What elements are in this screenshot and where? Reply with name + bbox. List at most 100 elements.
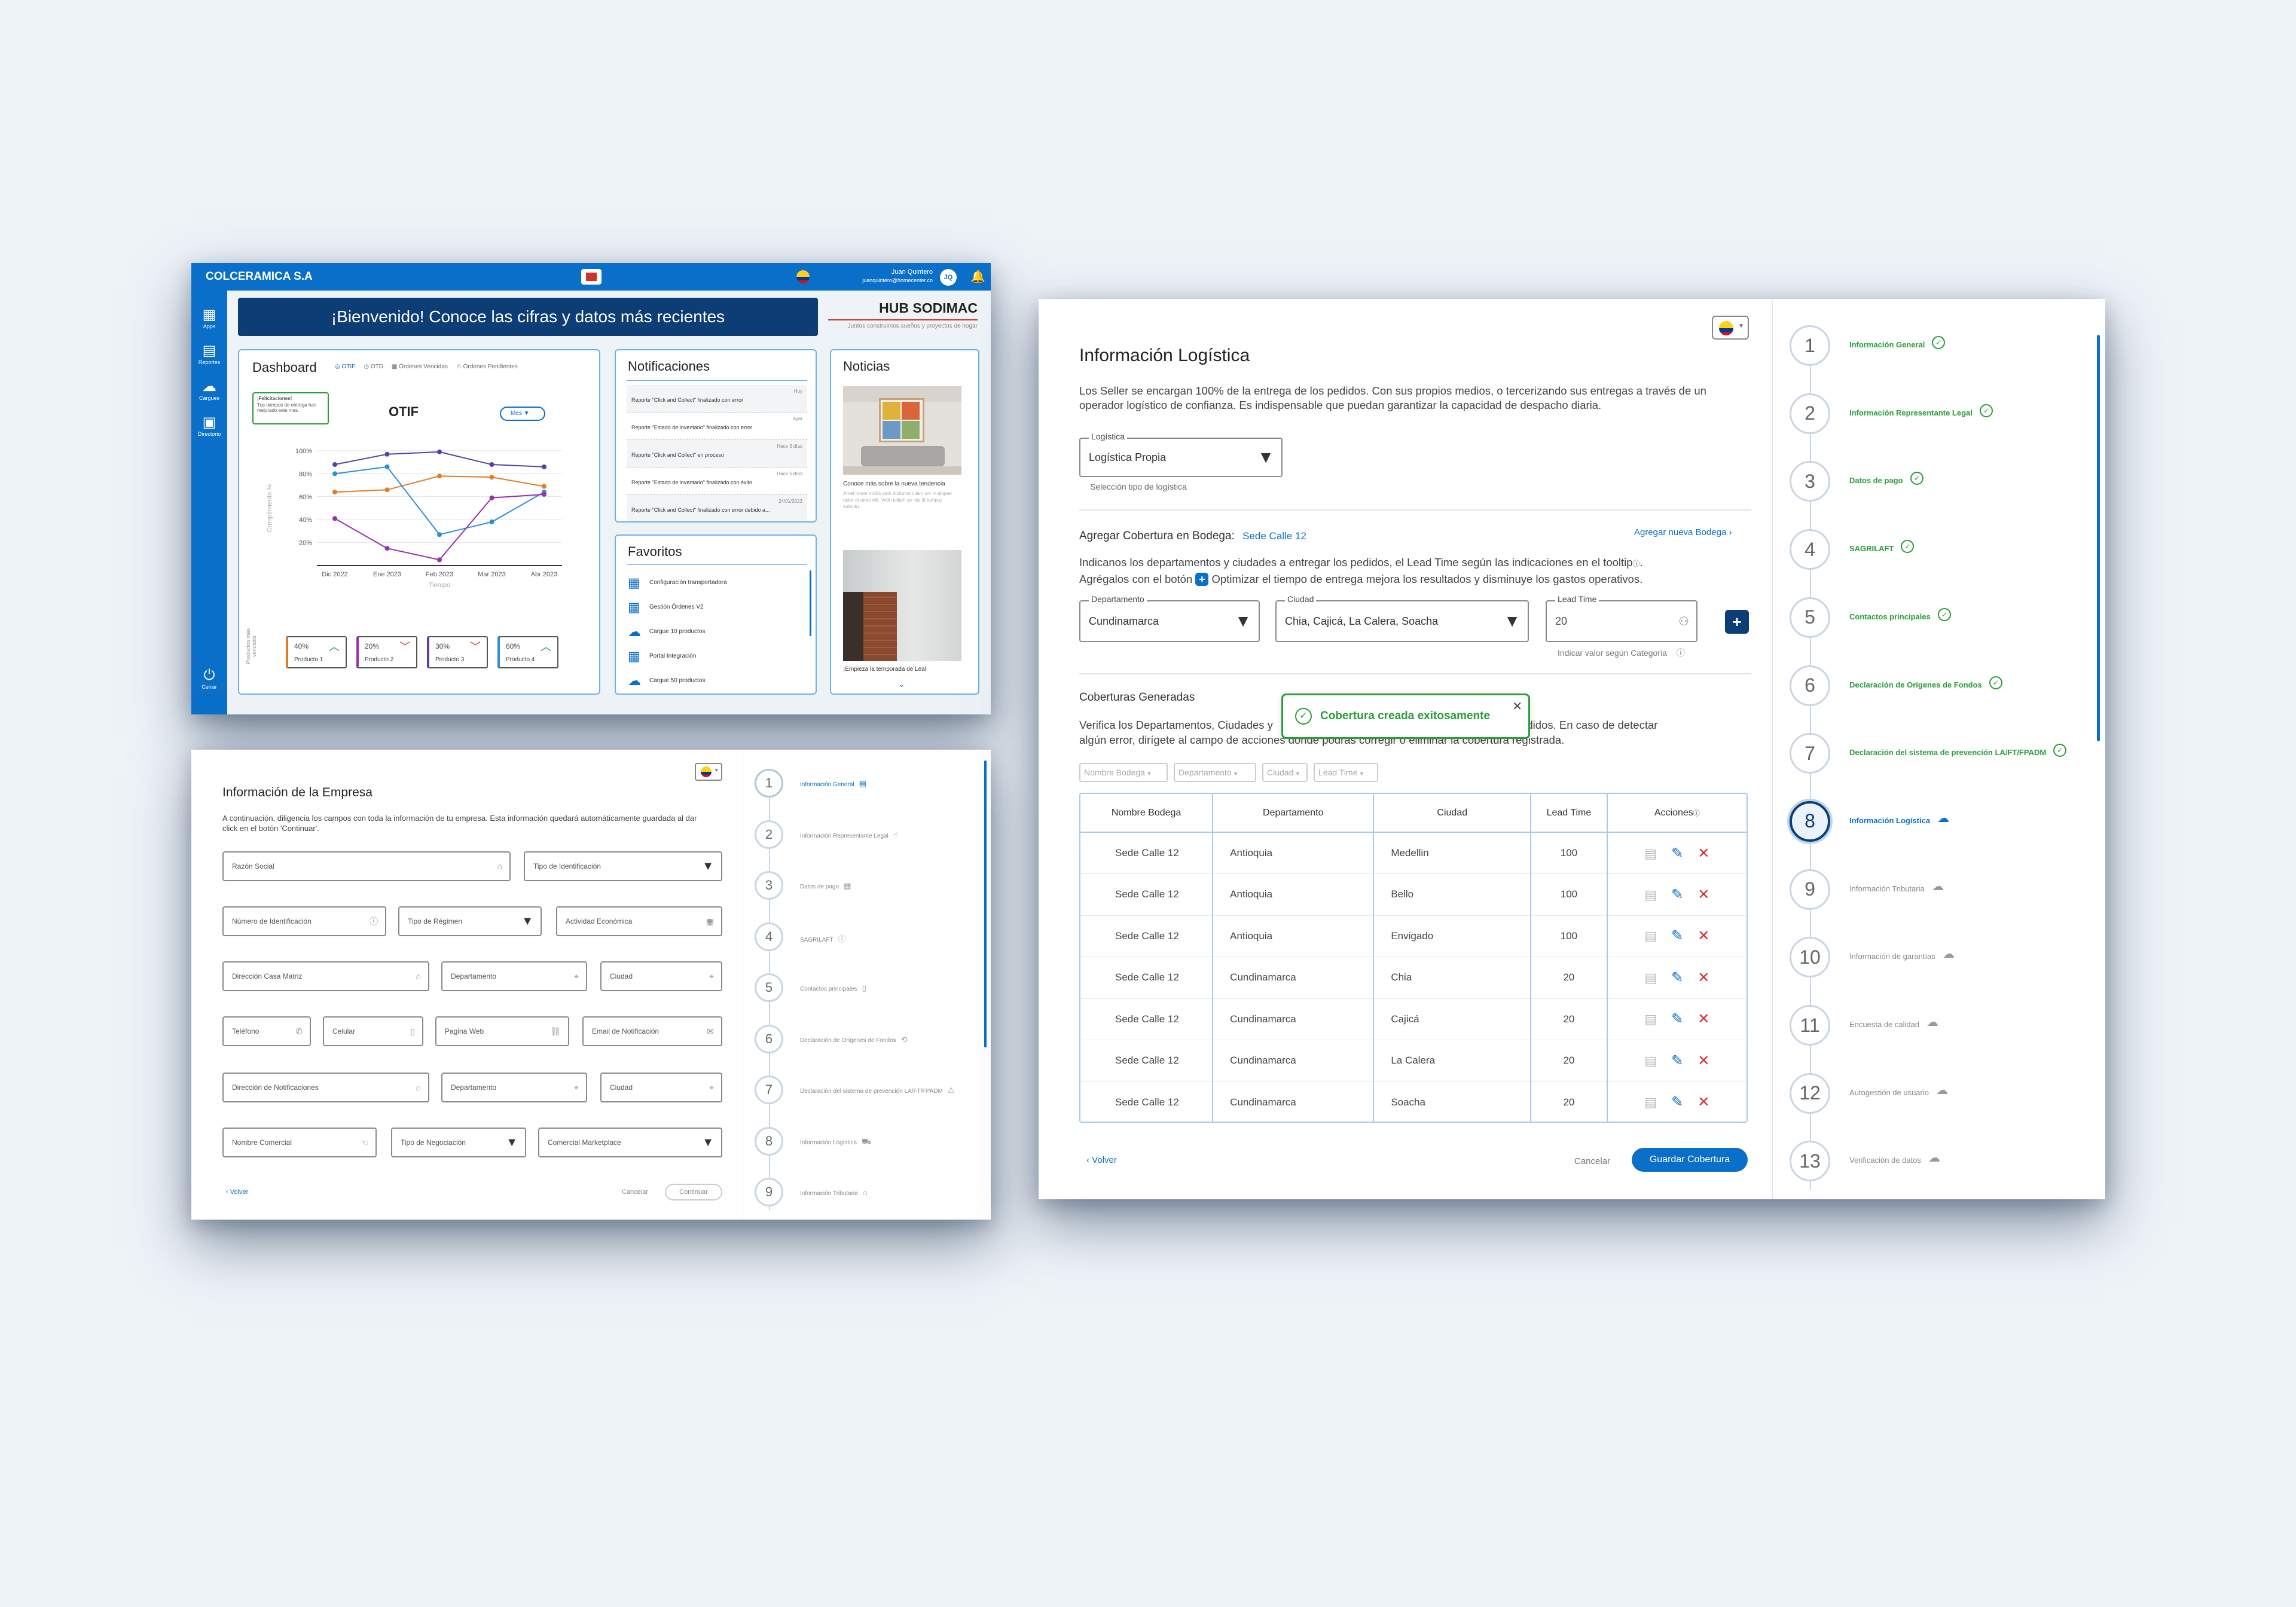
step-item[interactable]: 1 Información General ✓	[1790, 325, 2089, 366]
document-icon[interactable]: ▤	[1644, 846, 1657, 861]
delete-icon[interactable]: ✕	[1697, 970, 1709, 986]
sidebar-item-reportes[interactable]: ▤ Reportes	[191, 342, 227, 365]
stepper-scrollbar[interactable]	[984, 760, 987, 1047]
data-point[interactable]	[332, 516, 337, 521]
data-point[interactable]	[384, 487, 390, 493]
stepper-scrollbar[interactable]	[2097, 335, 2100, 741]
step-item[interactable]: 5 Contactos principales ✓	[1790, 597, 2089, 638]
data-point[interactable]	[437, 473, 442, 479]
news-image-2[interactable]	[843, 550, 961, 661]
flag-icon[interactable]	[796, 270, 810, 283]
ciudad-notif-input[interactable]: Ciudad ⌖	[600, 1073, 722, 1102]
edit-icon[interactable]: ✎	[1671, 1011, 1683, 1027]
delete-icon[interactable]: ✕	[1697, 887, 1709, 903]
pagina-web-input[interactable]: Pagina Web ⛓	[435, 1016, 569, 1046]
save-coverage-button[interactable]: Guardar Cobertura	[1632, 1148, 1748, 1172]
delete-icon[interactable]: ✕	[1697, 928, 1709, 944]
notification-item[interactable]: Hoy Reporte "Click and Collect" finalizad…	[627, 385, 807, 413]
departamento-select[interactable]: Departamento Cundinamarca ▼	[1079, 594, 1260, 642]
avatar[interactable]: JQ	[940, 269, 957, 286]
cancel-button[interactable]: Cancelar	[622, 1189, 648, 1196]
data-point[interactable]	[489, 462, 494, 468]
step-item[interactable]: 4 SAGRILAFT ⓘ	[755, 922, 976, 951]
tipo-identificacion-select[interactable]: Tipo de Identificación ▼	[524, 851, 722, 881]
step-item[interactable]: 2 Información Representante Legal ☝	[755, 820, 976, 849]
tipo-regimen-select[interactable]: Tipo de Régimen ▼	[398, 906, 542, 936]
delete-icon[interactable]: ✕	[1697, 1011, 1709, 1027]
favorite-item[interactable]: ☁ Cargue 50 productos	[628, 668, 801, 693]
telefono-input[interactable]: Teléfono ✆	[222, 1016, 311, 1046]
news2-title[interactable]: ¡Empieza la temporada de Leal	[843, 666, 969, 673]
tipo-negociacion-select[interactable]: Tipo de Negociación ▼	[391, 1128, 526, 1157]
comercial-marketplace-select[interactable]: Comercial Marketplace ▼	[538, 1128, 722, 1157]
help-icon[interactable]: ⓘ	[1633, 560, 1640, 568]
add-coverage-button[interactable]: +	[1725, 610, 1749, 634]
step-item[interactable]: 2 Información Representante Legal ✓	[1790, 393, 2089, 434]
favorite-item[interactable]: ▦ Configuración transportadora	[628, 570, 801, 595]
sidebar-item-apps[interactable]: ▦ Apps	[191, 306, 227, 329]
back-link[interactable]: ‹ Volver	[1086, 1155, 1117, 1165]
numero-identificacion-input[interactable]: Número de Identificación ⓘ	[222, 906, 386, 936]
document-icon[interactable]: ▤	[1644, 928, 1657, 943]
edit-icon[interactable]: ✎	[1671, 1094, 1683, 1110]
ciudad-select[interactable]: Ciudad Chia, Cajicá, La Calera, Soacha ▼	[1275, 594, 1529, 642]
data-point[interactable]	[437, 557, 442, 563]
data-point[interactable]	[384, 464, 390, 469]
bell-icon[interactable]: 🔔	[970, 269, 985, 284]
step-item[interactable]: 8 Información Logística ☁	[1790, 801, 2089, 842]
step-item[interactable]: 9 Información Tributaria ☁	[1790, 869, 2089, 910]
step-item[interactable]: 13 Verificación de datos ☁	[1790, 1141, 2089, 1182]
filter-vencidas[interactable]: ▦ Órdenes Vencidas	[392, 363, 448, 370]
kpi-card[interactable]: 20% ﹀ Producto 2	[356, 636, 417, 668]
data-point[interactable]	[542, 484, 546, 489]
step-item[interactable]: 8 Información Logística ⛟	[755, 1126, 976, 1156]
step-item[interactable]: 6 Declaración de Orígenes de Fondos ✓	[1790, 665, 2089, 706]
document-icon[interactable]: ▤	[1644, 1053, 1657, 1068]
favorite-item[interactable]: ▦ Gestión Órdenes V2	[628, 595, 801, 619]
add-warehouse-link[interactable]: Agregar nueva Bodega ›	[1634, 527, 1732, 537]
cobertura-bodega-link[interactable]: Sede Calle 12	[1242, 530, 1306, 542]
filter-pendientes[interactable]: ⚠ Órdenes Pendientes	[456, 363, 518, 370]
step-item[interactable]: 7 Declaración del sistema de prevención L…	[755, 1076, 976, 1104]
favorite-item[interactable]: ☁ Cargue 10 productos	[628, 619, 801, 644]
data-point[interactable]	[489, 520, 494, 525]
logout-button[interactable]: ⏻ Cerrar	[191, 667, 227, 690]
document-icon[interactable]: ▤	[1644, 970, 1657, 985]
back-link[interactable]: ‹ Volver	[226, 1189, 248, 1196]
close-icon[interactable]: ✕	[1512, 699, 1522, 714]
data-point[interactable]	[384, 451, 390, 457]
kpi-card[interactable]: 60% ︿ Producto 4	[497, 636, 558, 668]
data-point[interactable]	[332, 471, 337, 476]
notification-item[interactable]: 24/01/2023 Reporte "Click and Collect" fi…	[627, 495, 807, 521]
data-point[interactable]	[489, 495, 494, 500]
favorites-scrollbar[interactable]	[810, 570, 811, 636]
news1-title[interactable]: Conoce más sobre la nueva tendencia	[843, 481, 963, 487]
data-point[interactable]	[489, 475, 494, 480]
step-item[interactable]: 5 Contactos principales ▯	[755, 973, 976, 1002]
favorite-item[interactable]: ▦ Portal Integración	[628, 644, 801, 668]
edit-icon[interactable]: ✎	[1671, 887, 1683, 903]
filter-otif[interactable]: ◎ OTIF	[335, 363, 355, 370]
filter-otd[interactable]: ◷ OTD	[364, 363, 383, 370]
delete-icon[interactable]: ✕	[1697, 1053, 1709, 1069]
sidebar-item-directorio[interactable]: ▣ Directorio	[191, 414, 227, 437]
edit-icon[interactable]: ✎	[1671, 845, 1683, 861]
step-item[interactable]: 1 Información General ▤	[755, 769, 976, 798]
actividad-economica-input[interactable]: Actividad Económica ▦	[556, 906, 722, 936]
data-point[interactable]	[437, 449, 442, 454]
kpi-card[interactable]: 40% ︿ Producto 1	[286, 636, 347, 668]
logistica-select[interactable]: Logística Logística Propia ▼	[1079, 432, 1283, 477]
step-item[interactable]: 10 Información de garantías ☁	[1790, 937, 2089, 978]
flag-select[interactable]: ▼	[695, 763, 722, 781]
kpi-card[interactable]: 30% ﹀ Producto 3	[427, 636, 488, 668]
notification-item[interactable]: Hace 5 días Reporte "Estado de inventario…	[627, 468, 807, 495]
departamento-notif-input[interactable]: Departamento ⌖	[441, 1073, 587, 1102]
ciudad-input[interactable]: Ciudad ⌖	[600, 961, 722, 991]
table-filter-chip[interactable]: Departamento ▼	[1174, 763, 1256, 782]
sidebar-item-cargues[interactable]: ☁ Cargues	[191, 378, 227, 401]
period-select[interactable]: Mes ▼	[500, 407, 545, 421]
lead-time-input[interactable]: Lead Time 20 ⚇	[1546, 594, 1697, 642]
data-point[interactable]	[384, 546, 390, 551]
data-point[interactable]	[542, 491, 546, 497]
news-image-1[interactable]	[843, 386, 961, 475]
